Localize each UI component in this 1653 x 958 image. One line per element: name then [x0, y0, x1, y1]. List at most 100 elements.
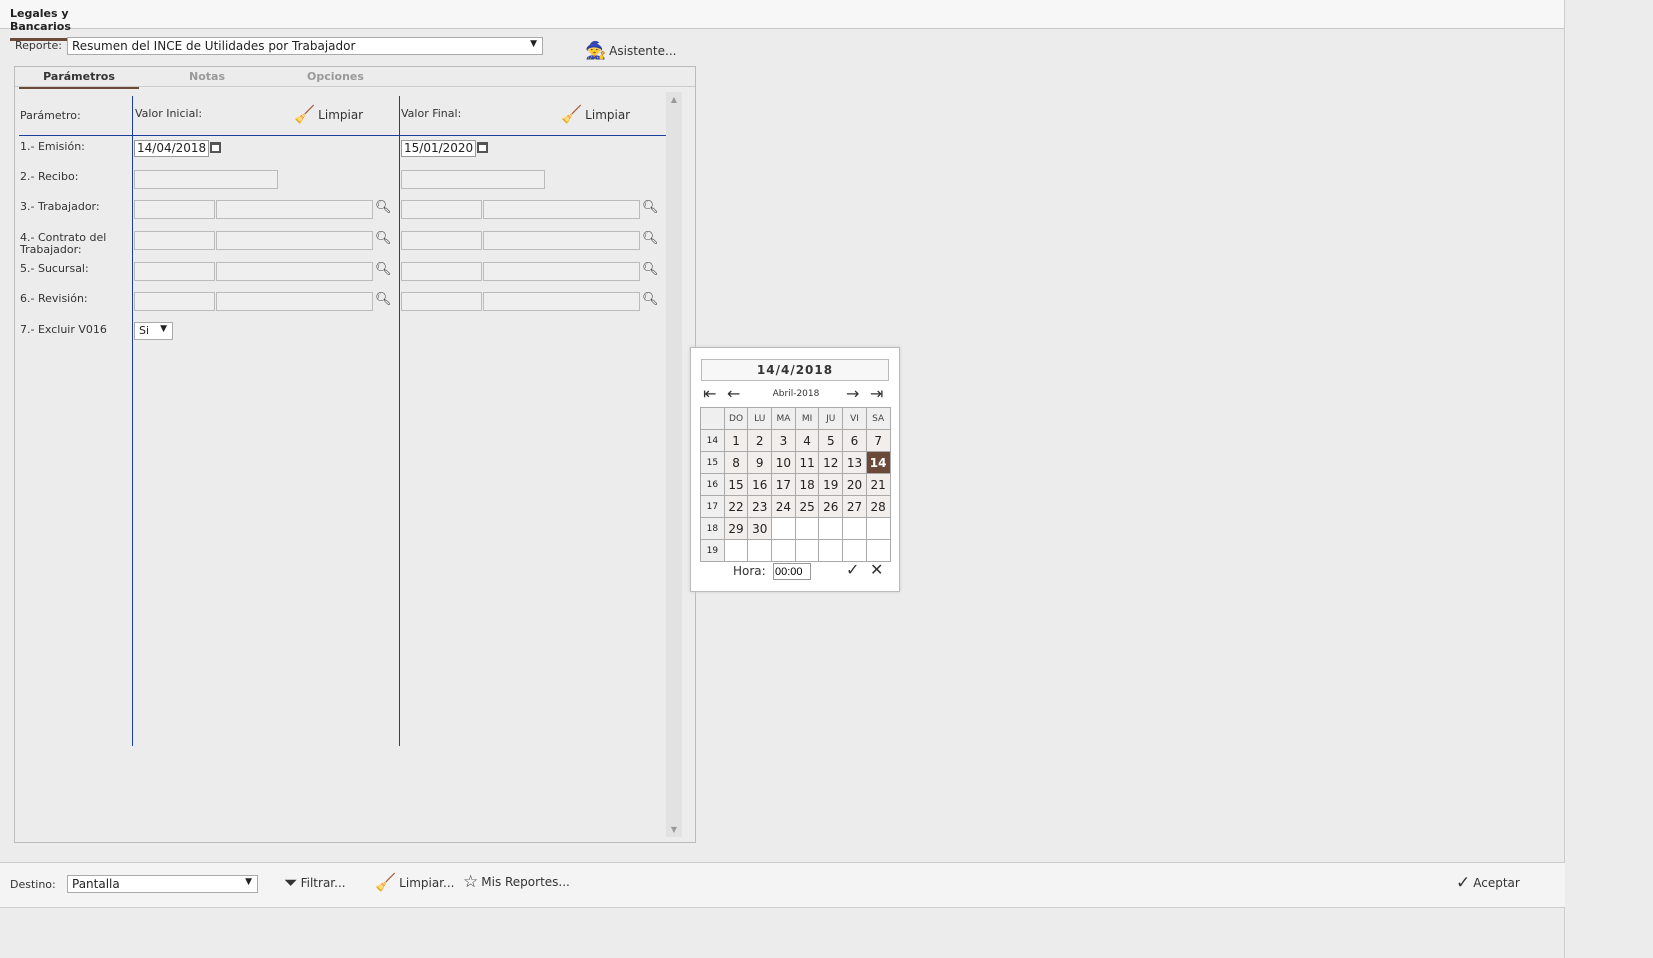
accept-button[interactable]: ✓ Aceptar: [1456, 873, 1520, 893]
param-label: 6.- Revisión:: [20, 292, 88, 305]
check-icon[interactable]: ✓: [846, 560, 859, 579]
tab-legales-bancarios[interactable]: Legales y Bancarios: [10, 7, 128, 41]
search-icon[interactable]: 🔍︎: [642, 231, 659, 246]
tab-opciones[interactable]: Opciones: [307, 70, 364, 83]
calendar-day[interactable]: 11: [794, 451, 820, 474]
calendar-day[interactable]: 1: [723, 429, 749, 452]
calendar-day[interactable]: 23: [747, 495, 773, 518]
description-input[interactable]: [216, 231, 373, 250]
code-input[interactable]: [134, 231, 215, 250]
search-icon[interactable]: 🔍︎: [642, 262, 659, 277]
week-number: 16: [700, 473, 725, 496]
calendar-day[interactable]: 18: [794, 473, 820, 496]
search-icon[interactable]: 🔍︎: [375, 262, 392, 277]
calendar-day[interactable]: 21: [865, 473, 891, 496]
calendar-day[interactable]: 10: [771, 451, 796, 474]
scrollbar[interactable]: ▲ ▼: [666, 92, 682, 837]
scroll-up-icon[interactable]: ▲: [666, 95, 682, 104]
hora-input[interactable]: [773, 563, 811, 580]
calendar-day[interactable]: 19: [818, 473, 844, 496]
reporte-label: Reporte:: [15, 39, 62, 52]
calendar-empty: [771, 517, 796, 540]
code-input[interactable]: [401, 231, 482, 250]
code-input[interactable]: [134, 200, 215, 219]
calendar-day[interactable]: 17: [771, 473, 796, 496]
calendar-day[interactable]: 28: [865, 495, 891, 518]
clear-final-button[interactable]: 🧹 Limpiar: [561, 105, 630, 125]
chevron-down-icon: ▼: [160, 324, 167, 334]
wizard-button[interactable]: 🧙 Asistente...: [585, 41, 676, 61]
scroll-down-icon[interactable]: ▼: [666, 825, 682, 834]
bottom-toolbar: Destino: Pantalla ▼ ⏷ Filtrar... 🧹 Limpiar.…: [0, 862, 1565, 908]
tab-notas[interactable]: Notas: [189, 70, 225, 83]
calendar-icon[interactable]: [477, 142, 488, 153]
initial-date-input[interactable]: 14/04/2018: [134, 140, 209, 157]
calendar-day[interactable]: 5: [818, 429, 844, 452]
description-input[interactable]: [483, 292, 640, 311]
calendar-day[interactable]: 30: [747, 517, 773, 540]
search-icon[interactable]: 🔍︎: [375, 292, 392, 307]
my-reports-label: Mis Reportes...: [481, 875, 570, 889]
search-icon[interactable]: 🔍︎: [642, 292, 659, 307]
calendar-day[interactable]: 2: [747, 429, 773, 452]
date-picker: 14/4/2018 ⇤ ← Abril-2018 → ⇥ DO LU MA MI JU V…: [690, 347, 900, 592]
next-month-icon[interactable]: →: [846, 384, 859, 403]
code-input[interactable]: [401, 262, 482, 281]
code-input[interactable]: [401, 200, 482, 219]
last-month-icon[interactable]: ⇥: [870, 384, 883, 403]
calendar-day[interactable]: 7: [865, 429, 891, 452]
reporte-value: Resumen del INCE de Utilidades por Traba…: [72, 39, 356, 53]
description-input[interactable]: [216, 200, 373, 219]
description-input[interactable]: [483, 262, 640, 281]
calendar-day[interactable]: 15: [723, 473, 749, 496]
calendar-day[interactable]: 22: [723, 495, 749, 518]
calendar-day[interactable]: 8: [723, 451, 749, 474]
calendar-day[interactable]: 24: [771, 495, 796, 518]
calendar-day[interactable]: 9: [747, 451, 773, 474]
calendar-day[interactable]: 3: [771, 429, 796, 452]
code-input[interactable]: [401, 292, 482, 311]
final-input[interactable]: [401, 170, 545, 189]
calendar-day[interactable]: 13: [842, 451, 867, 474]
description-input[interactable]: [216, 292, 373, 311]
clear-button[interactable]: 🧹 Limpiar...: [375, 873, 454, 893]
weekday-header: LU: [747, 407, 773, 430]
final-header: Valor Final:: [401, 107, 462, 120]
chevron-down-icon: ▼: [530, 39, 537, 49]
reporte-select[interactable]: Resumen del INCE de Utilidades por Traba…: [67, 37, 543, 55]
calendar-day[interactable]: 12: [818, 451, 844, 474]
final-date-input[interactable]: 15/01/2020: [401, 140, 476, 157]
search-icon[interactable]: 🔍︎: [375, 200, 392, 215]
search-icon[interactable]: 🔍︎: [375, 231, 392, 246]
divider: [1564, 0, 1565, 958]
description-input[interactable]: [216, 262, 373, 281]
calendar-empty: [818, 517, 844, 540]
calendar-icon[interactable]: [210, 142, 221, 153]
calendar-day[interactable]: 20: [842, 473, 867, 496]
calendar-day[interactable]: 16: [747, 473, 773, 496]
description-input[interactable]: [483, 200, 640, 219]
description-input[interactable]: [483, 231, 640, 250]
param-label: 5.- Sucursal:: [20, 262, 89, 275]
calendar-day[interactable]: 6: [842, 429, 867, 452]
search-icon[interactable]: 🔍︎: [642, 200, 659, 215]
my-reports-button[interactable]: ☆ Mis Reportes...: [463, 872, 570, 892]
calendar-day[interactable]: 29: [723, 517, 749, 540]
destino-select[interactable]: Pantalla ▼: [67, 875, 258, 893]
filter-button[interactable]: ⏷ Filtrar...: [284, 873, 346, 893]
clear-initial-button[interactable]: 🧹 Limpiar: [294, 105, 363, 125]
code-input[interactable]: [134, 262, 215, 281]
calendar-day[interactable]: 4: [794, 429, 820, 452]
excluir-select[interactable]: Si ▼: [134, 322, 173, 340]
calendar-day[interactable]: 25: [794, 495, 820, 518]
week-number: 19: [700, 539, 725, 562]
filter-icon: ⏷: [284, 873, 298, 893]
calendar-day[interactable]: 26: [818, 495, 844, 518]
chevron-down-icon: ▼: [245, 877, 252, 887]
close-icon[interactable]: ✕: [870, 560, 883, 579]
calendar-day[interactable]: 27: [842, 495, 867, 518]
code-input[interactable]: [134, 292, 215, 311]
initial-input[interactable]: [134, 170, 278, 189]
calendar-day[interactable]: 14: [865, 451, 891, 474]
divider: [399, 96, 400, 746]
